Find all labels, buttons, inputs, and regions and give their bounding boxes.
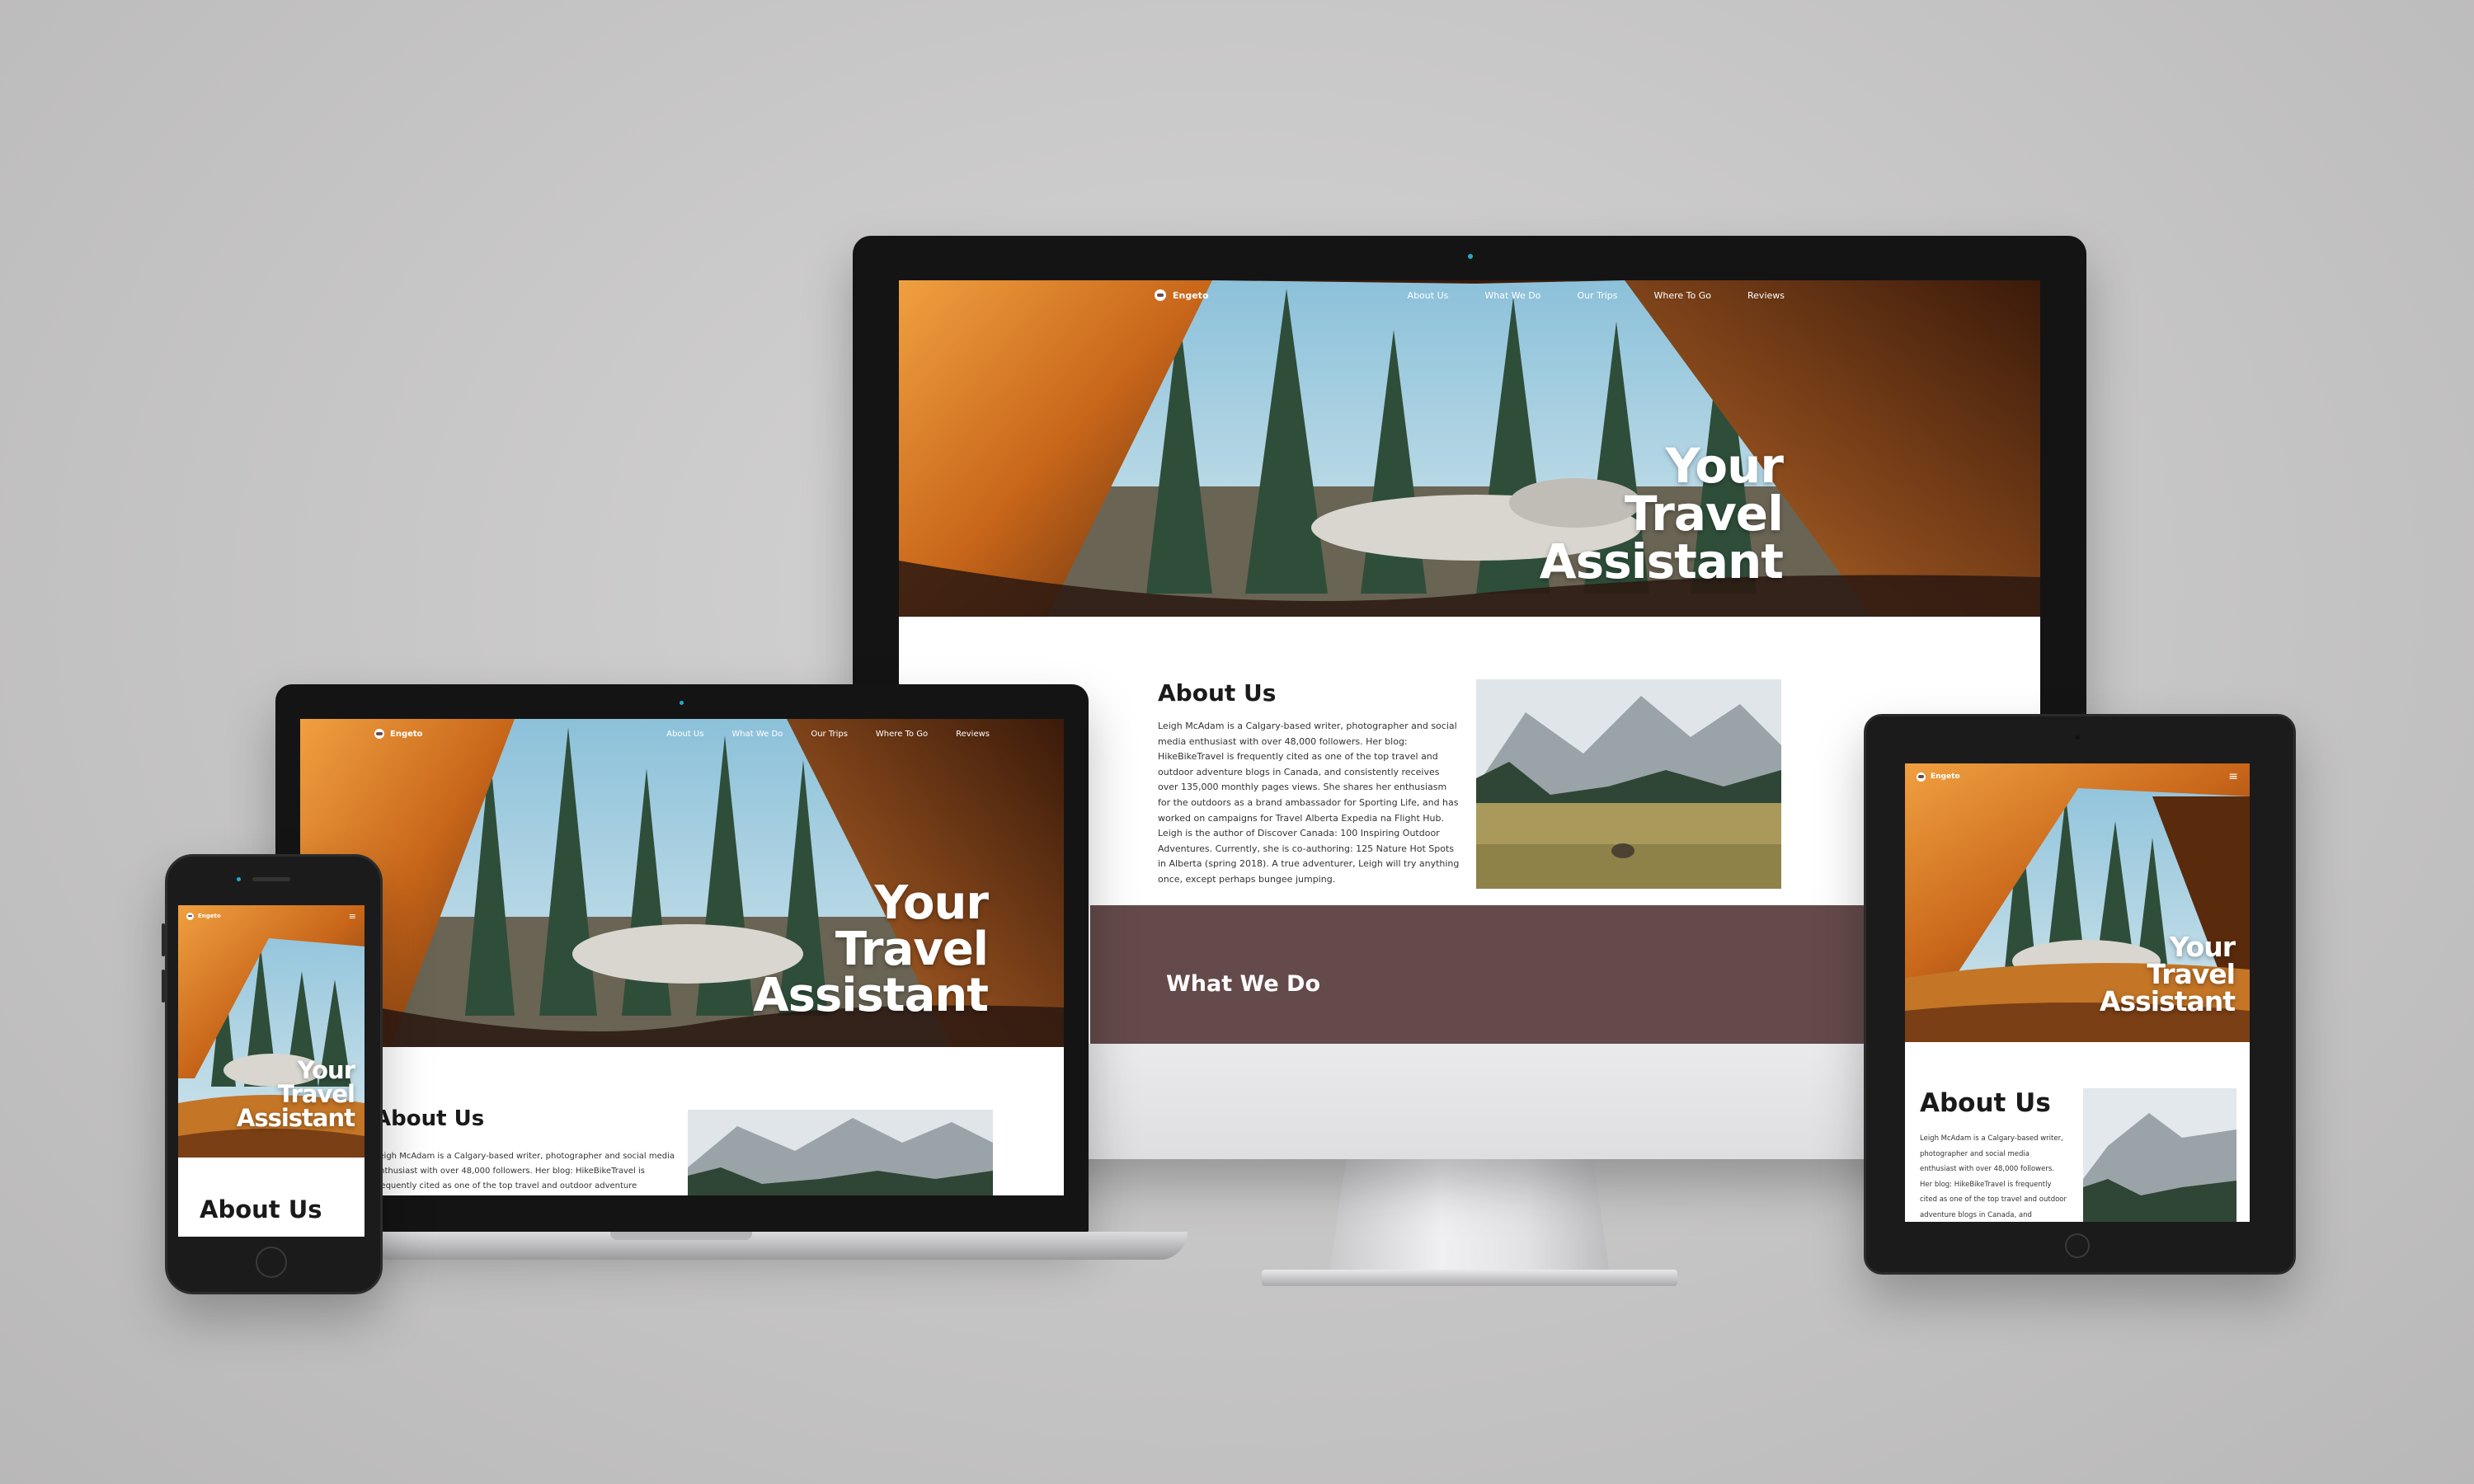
about-heading: About Us	[1158, 679, 1277, 707]
hero-title: Your Travel Assistant	[2099, 931, 2236, 1017]
hamburger-menu-icon[interactable]: ≡	[2228, 771, 2238, 782]
laptop-notch	[610, 1232, 752, 1240]
brand-logo-icon	[1917, 772, 1926, 782]
top-nav: Engeto About Us What We Do Our Trips Whe…	[899, 280, 2040, 310]
home-button-icon[interactable]	[2065, 1233, 2090, 1258]
hero-title: Your Travel Assistant	[1539, 438, 1784, 589]
nav-reviews[interactable]: Reviews	[956, 730, 990, 739]
top-nav: Engeto ≡	[178, 905, 365, 927]
brand[interactable]: Engeto	[186, 912, 221, 920]
brand[interactable]: Engeto	[374, 729, 423, 739]
monitor-stand-neck	[1329, 1158, 1610, 1274]
laptop-camera	[680, 701, 684, 705]
hero-title: Your Travel Assistant	[753, 876, 989, 1022]
nav-reviews[interactable]: Reviews	[1747, 290, 1785, 301]
hero-section: Engeto About Us What We Do Our Trips Whe…	[899, 280, 2040, 617]
nav-about-us[interactable]: About Us	[1408, 290, 1449, 301]
about-heading: About Us	[200, 1195, 322, 1223]
monitor-camera	[1468, 254, 1473, 259]
what-we-do-heading: What We Do	[1166, 971, 1321, 997]
nav-links: About Us What We Do Our Trips Where To G…	[666, 730, 990, 739]
about-image	[2083, 1088, 2236, 1222]
tablet-screen: Engeto ≡ Your Travel Assistant About Us …	[1905, 763, 2250, 1222]
about-text: Leigh McAdam is a Calgary-based writer, …	[1920, 1134, 2067, 1219]
about-heading: About Us	[1920, 1088, 2051, 1118]
hero-tent-image	[899, 280, 2040, 617]
about-text: Leigh McAdam is a Calgary-based writer, …	[374, 1152, 675, 1190]
laptop-screen: Engeto About Us What We Do Our Trips Whe…	[300, 719, 1064, 1195]
nav-links: About Us What We Do Our Trips Where To G…	[1408, 290, 1785, 301]
nav-our-trips[interactable]: Our Trips	[811, 730, 848, 739]
about-heading: About Us	[374, 1106, 485, 1131]
hero-section: Engeto About Us What We Do Our Trips Whe…	[300, 719, 1064, 1047]
nav-what-we-do[interactable]: What We Do	[1484, 290, 1540, 301]
hero-title: Your Travel Assistant	[236, 1056, 355, 1132]
brand[interactable]: Engeto	[1155, 289, 1209, 301]
phone-side-button	[162, 970, 165, 1003]
monitor-stand-base	[1262, 1270, 1677, 1286]
laptop-base	[363, 1232, 1188, 1260]
nav-about-us[interactable]: About Us	[666, 730, 703, 739]
hamburger-menu-icon[interactable]: ≡	[349, 912, 356, 921]
home-button-icon[interactable]	[256, 1247, 287, 1278]
brand-name: Engeto	[198, 913, 221, 919]
nav-what-we-do[interactable]: What We Do	[731, 730, 783, 739]
about-text: Leigh McAdam is a Calgary-based writer, …	[1158, 721, 1460, 885]
phone-side-button	[162, 923, 165, 956]
nav-where-to-go[interactable]: Where To Go	[1654, 290, 1712, 301]
about-image	[1476, 679, 1781, 889]
nav-our-trips[interactable]: Our Trips	[1577, 290, 1617, 301]
brand-name: Engeto	[390, 729, 423, 739]
brand-logo-icon	[374, 729, 384, 739]
top-nav: Engeto About Us What We Do Our Trips Whe…	[300, 719, 1064, 749]
brand-name: Engeto	[1931, 773, 1960, 781]
phone-screen: Engeto ≡ Your Travel Assistant About Us	[178, 905, 365, 1237]
about-image	[688, 1110, 993, 1195]
brand-logo-icon	[1155, 289, 1166, 301]
tablet-camera	[2076, 735, 2080, 740]
brand-logo-icon	[186, 912, 194, 920]
brand[interactable]: Engeto	[1917, 772, 1960, 782]
top-nav: Engeto ≡	[1905, 763, 2250, 790]
brand-name: Engeto	[1173, 289, 1209, 301]
nav-where-to-go[interactable]: Where To Go	[876, 730, 928, 739]
phone-speaker	[252, 877, 290, 881]
hero-section: Engeto ≡ Your Travel Assistant	[178, 905, 365, 1158]
hero-section: Engeto ≡ Your Travel Assistant	[1905, 763, 2250, 1042]
phone-camera	[237, 877, 241, 881]
